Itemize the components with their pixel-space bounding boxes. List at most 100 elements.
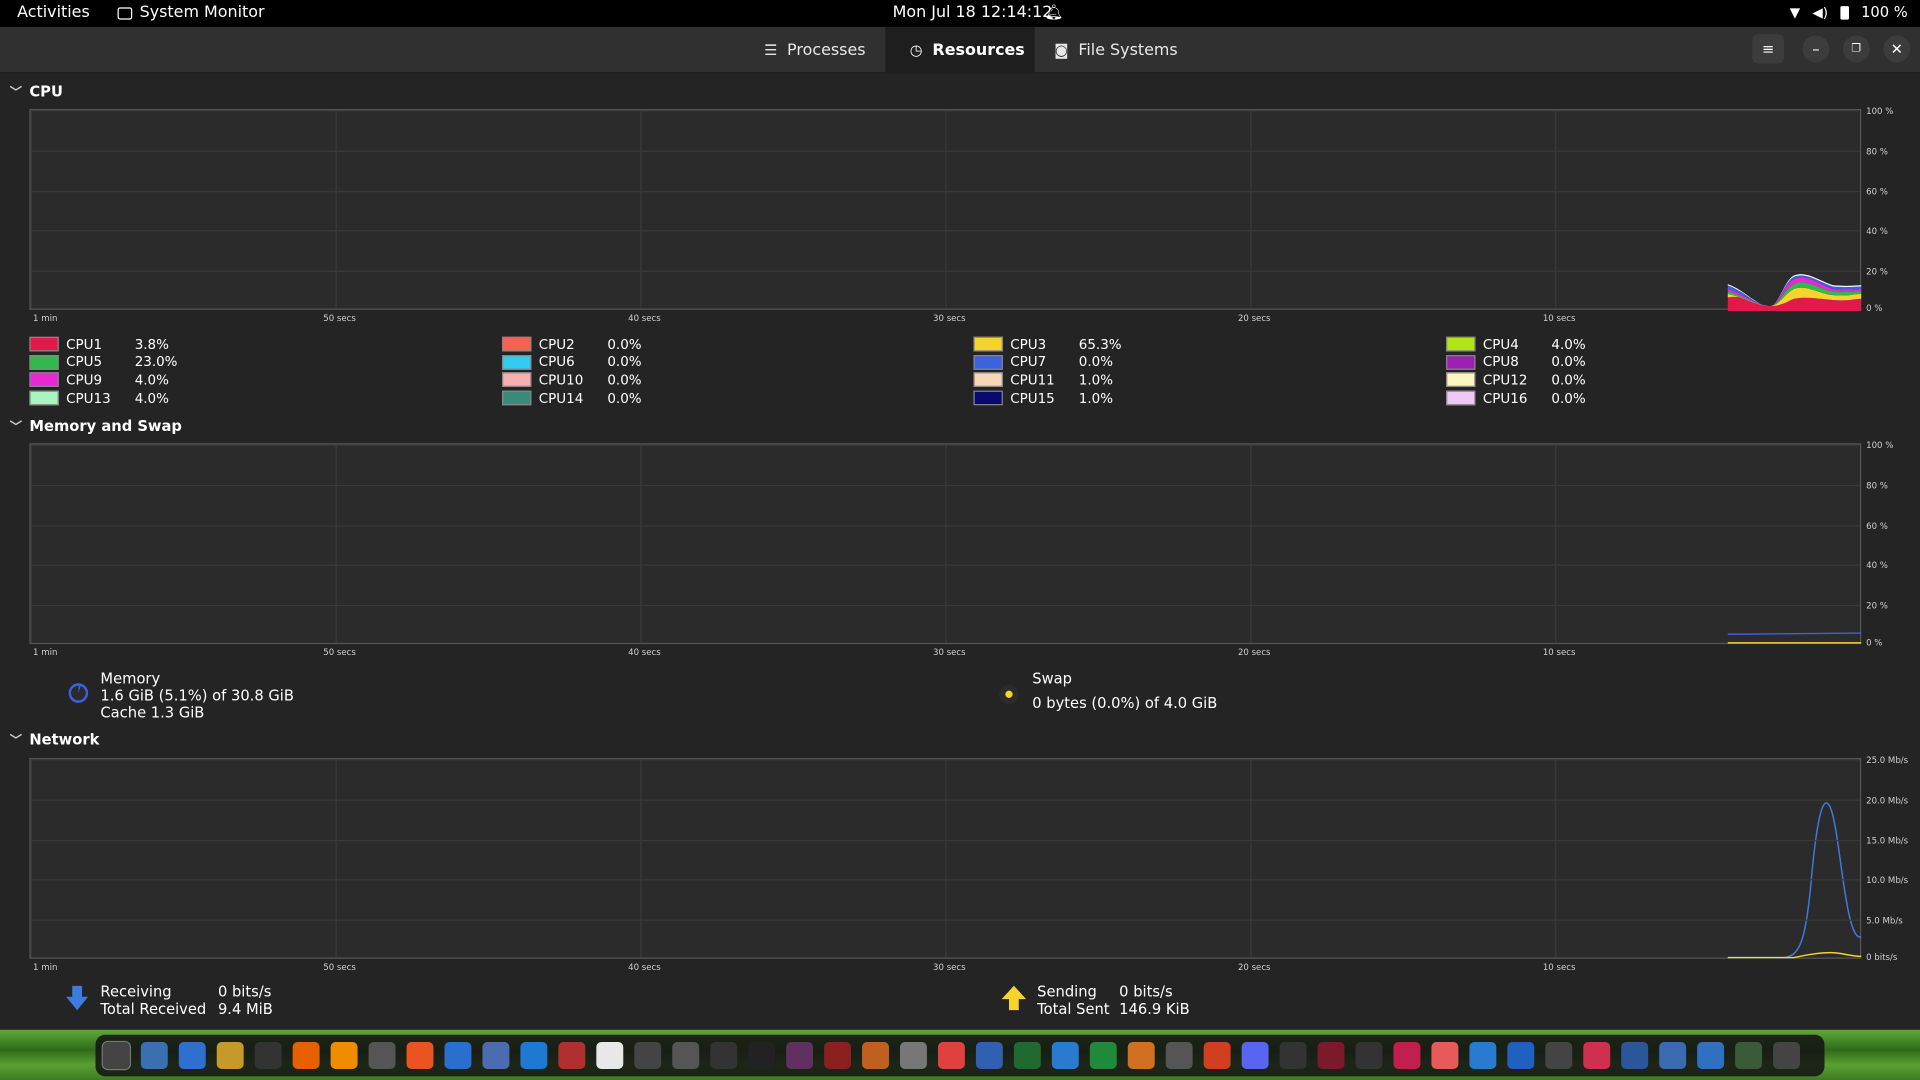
activities-button[interactable]: Activities — [17, 4, 90, 22]
wine-icon[interactable] — [824, 1042, 852, 1069]
obs-icon[interactable] — [710, 1042, 738, 1069]
minimize-button[interactable]: – — [1802, 35, 1830, 63]
mail-icon[interactable] — [1507, 1042, 1535, 1069]
console-icon[interactable] — [254, 1042, 282, 1069]
cpu-legend-item-cpu12[interactable]: CPU12 0.0% — [1446, 371, 1600, 388]
cpu-color-swatch[interactable] — [29, 372, 59, 388]
cpu-color-swatch[interactable] — [502, 390, 532, 406]
box-icon[interactable] — [672, 1042, 700, 1069]
maximize-button[interactable]: ❐ — [1842, 35, 1870, 63]
impress-icon[interactable] — [1127, 1042, 1155, 1069]
github-icon[interactable] — [1545, 1042, 1573, 1069]
cpu-legend-item-cpu5[interactable]: CPU5 23.0% — [29, 353, 183, 370]
terminal-icon[interactable] — [101, 1040, 132, 1071]
scanner-icon[interactable] — [1659, 1042, 1687, 1069]
tab-processes[interactable]: ☰ Processes — [740, 27, 890, 74]
help-icon[interactable] — [520, 1042, 548, 1069]
settings-icon[interactable] — [368, 1042, 396, 1069]
memory-x-tick-label: 10 secs — [1542, 647, 1576, 658]
game-icon[interactable] — [786, 1042, 814, 1069]
cpu-color-swatch[interactable] — [1446, 372, 1476, 388]
inkscape-icon[interactable] — [748, 1042, 776, 1069]
calc-icon[interactable] — [1013, 1042, 1041, 1069]
monitor-icon[interactable] — [558, 1042, 586, 1069]
bell-icon[interactable]: 🔔︎ — [1044, 4, 1063, 21]
menu-button[interactable]: ≡ — [1752, 34, 1785, 64]
tab-file-systems[interactable]: ◙ File Systems — [1030, 27, 1202, 74]
discord-icon[interactable] — [1241, 1042, 1269, 1069]
grid-line — [640, 110, 642, 309]
system-tray[interactable]: ▼ ◀︎) 100 % — [1790, 4, 1908, 21]
archive-icon[interactable] — [216, 1042, 244, 1069]
remote-icon[interactable] — [1697, 1042, 1725, 1069]
search-icon[interactable] — [900, 1042, 927, 1069]
cpu-legend-item-cpu8[interactable]: CPU8 0.0% — [1446, 353, 1600, 370]
writer-icon[interactable] — [975, 1042, 1003, 1069]
document-icon[interactable] — [596, 1042, 624, 1069]
cpu-legend-item-cpu6[interactable]: CPU6 0.0% — [502, 353, 656, 370]
text-editor-icon[interactable] — [178, 1042, 206, 1069]
player-icon[interactable] — [1317, 1042, 1345, 1069]
screenshot-icon[interactable] — [482, 1042, 510, 1069]
cpu-color-swatch[interactable] — [973, 336, 1003, 352]
memory-section-header[interactable]: ﹀ Memory and Swap — [10, 416, 182, 435]
cpu-legend-item-cpu15[interactable]: CPU15 1.0% — [973, 390, 1127, 407]
cpu-legend-item-cpu14[interactable]: CPU14 0.0% — [502, 390, 656, 407]
chrome-icon[interactable] — [937, 1042, 965, 1069]
grid-line — [945, 110, 947, 309]
puzzle-icon[interactable] — [1431, 1042, 1459, 1069]
cpu-legend-item-cpu4[interactable]: CPU4 4.0% — [1446, 336, 1600, 353]
cpu-legend-item-cpu7[interactable]: CPU7 0.0% — [973, 353, 1127, 370]
network-x-tick-label: 20 secs — [1237, 962, 1271, 973]
trash-icon[interactable] — [1735, 1042, 1763, 1069]
cpu-color-swatch[interactable] — [973, 390, 1003, 406]
cloud-icon[interactable] — [1469, 1042, 1497, 1069]
tab-resources[interactable]: ◷ Resources — [885, 26, 1035, 74]
app-menu[interactable]: System Monitor — [117, 4, 265, 22]
cpu-color-swatch[interactable] — [29, 336, 59, 352]
clock[interactable]: Mon Jul 18 12:14:12 — [893, 4, 1053, 22]
cpu-legend-item-cpu1[interactable]: CPU1 3.8% — [29, 336, 183, 353]
steam-icon[interactable] — [1279, 1042, 1307, 1069]
cpu-section-header[interactable]: ﹀ CPU — [10, 82, 63, 101]
cpu-name: CPU3 — [1010, 336, 1047, 353]
cpu-legend-item-cpu16[interactable]: CPU16 0.0% — [1446, 390, 1600, 407]
cpu-legend-item-cpu11[interactable]: CPU11 1.0% — [973, 371, 1127, 388]
usb-icon[interactable] — [862, 1042, 889, 1069]
sheets-icon[interactable] — [1089, 1042, 1117, 1069]
network-section-header[interactable]: ﹀ Network — [10, 730, 100, 748]
word-icon[interactable] — [1621, 1042, 1649, 1069]
cpu-color-swatch[interactable] — [502, 336, 532, 352]
notes-icon[interactable] — [444, 1042, 472, 1069]
record-icon[interactable] — [1393, 1042, 1421, 1069]
firefox-icon[interactable] — [292, 1042, 320, 1069]
cpu-usage-value: 0.0% — [1551, 390, 1586, 407]
cpu-color-swatch[interactable] — [1446, 390, 1476, 406]
stats-icon[interactable] — [1355, 1042, 1383, 1069]
software-icon[interactable] — [406, 1042, 434, 1069]
cpu-color-swatch[interactable] — [502, 354, 532, 370]
vlc-icon[interactable] — [330, 1042, 358, 1069]
header-bar: ☰ Processes ◷ Resources ◙ File Systems ≡… — [0, 26, 1920, 74]
cpu-color-swatch[interactable] — [502, 372, 532, 388]
cpu-legend-item-cpu13[interactable]: CPU13 4.0% — [29, 390, 183, 407]
heart-icon[interactable] — [1583, 1042, 1611, 1069]
tools-icon[interactable] — [634, 1042, 662, 1069]
cpu-legend-item-cpu10[interactable]: CPU10 0.0% — [502, 371, 656, 388]
app-grid-icon[interactable] — [1773, 1042, 1801, 1069]
close-button[interactable]: ✕ — [1883, 35, 1911, 63]
cpu-color-swatch[interactable] — [29, 390, 59, 406]
camera-icon[interactable] — [1051, 1042, 1079, 1069]
pdf-icon[interactable] — [1203, 1042, 1231, 1069]
cpu-color-swatch[interactable] — [973, 354, 1003, 370]
cpu-color-swatch[interactable] — [973, 372, 1003, 388]
cpu-legend-item-cpu3[interactable]: CPU3 65.3% — [973, 336, 1127, 353]
cpu-legend-item-cpu2[interactable]: CPU2 0.0% — [502, 336, 656, 353]
calendar-icon[interactable] — [1165, 1042, 1193, 1069]
files-icon[interactable] — [140, 1042, 168, 1069]
cpu-legend-item-cpu9[interactable]: CPU9 4.0% — [29, 371, 183, 388]
cpu-color-swatch[interactable] — [1446, 336, 1476, 352]
cpu-name: CPU1 — [66, 336, 103, 353]
cpu-color-swatch[interactable] — [1446, 354, 1476, 370]
cpu-color-swatch[interactable] — [29, 354, 59, 370]
